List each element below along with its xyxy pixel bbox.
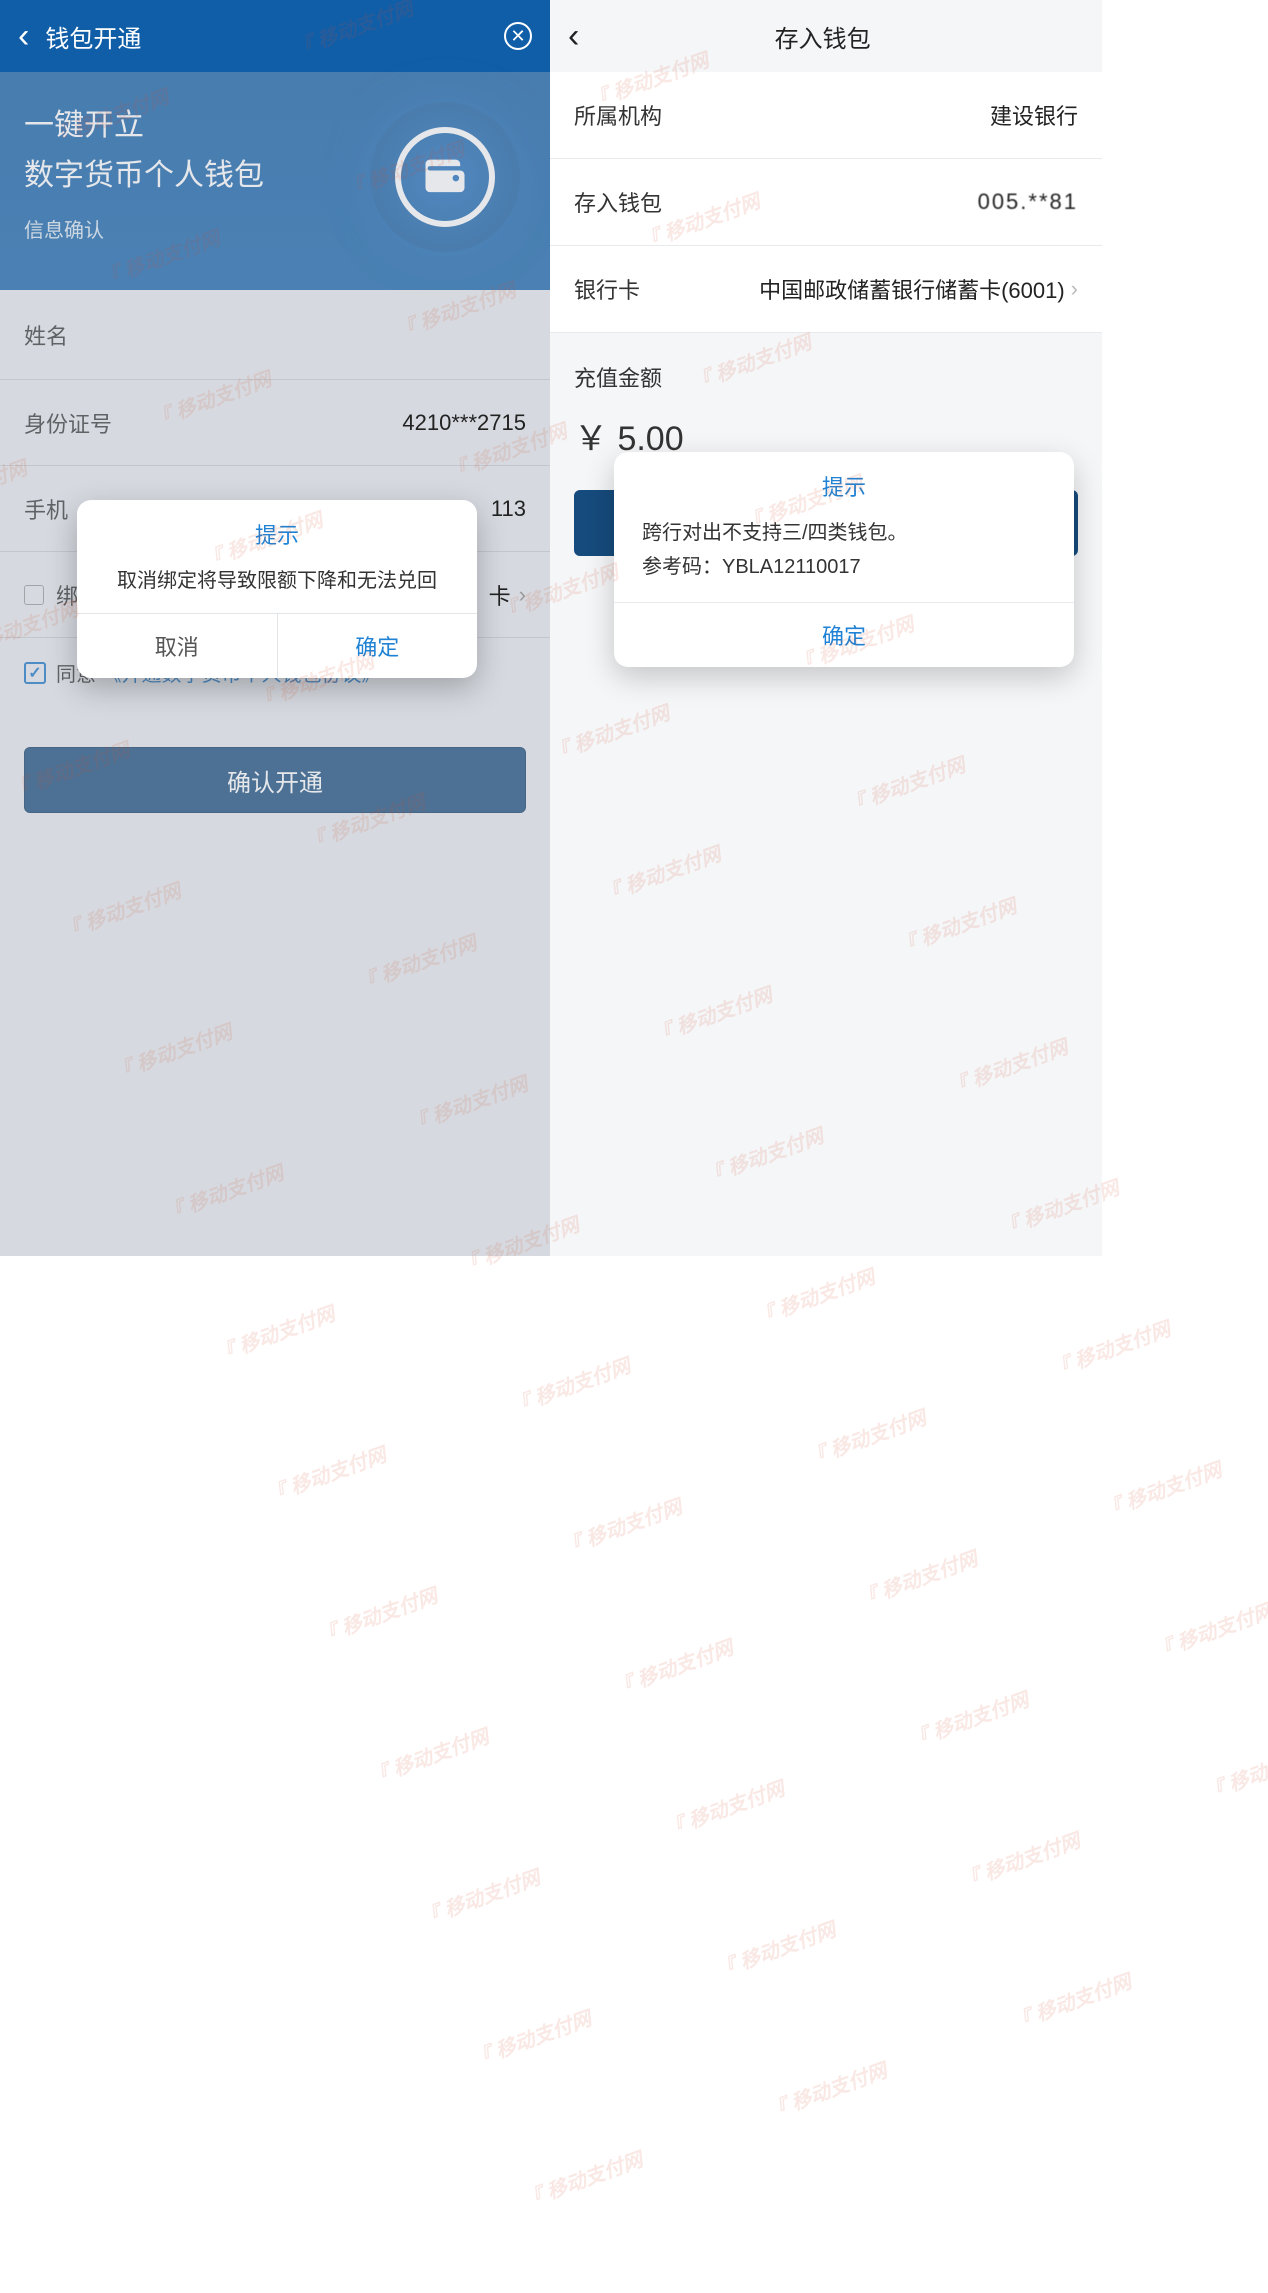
checkbox-agree[interactable]: ✓ bbox=[24, 662, 46, 684]
row-name[interactable]: 姓名 bbox=[0, 290, 550, 380]
chevron-right-icon: › bbox=[519, 582, 526, 608]
hero-banner: 一键开立 数字货币个人钱包 信息确认 bbox=[0, 72, 550, 290]
row-id[interactable]: 身份证号 4210***2715 bbox=[0, 380, 550, 466]
wallet-number: 005.**81 bbox=[978, 189, 1078, 215]
checkbox-bind-card[interactable] bbox=[24, 585, 44, 605]
close-button[interactable]: ✕ bbox=[504, 22, 532, 50]
amount-label: 充值金额 bbox=[550, 333, 1102, 393]
row-bank-card[interactable]: 银行卡 中国邮政储蓄银行储蓄卡(6001) › bbox=[550, 246, 1102, 332]
row-organization: 所属机构 建设银行 bbox=[550, 72, 1102, 158]
dialog-body: 取消绑定将导致限额下降和无法兑回 bbox=[77, 560, 477, 613]
dialog-cancel-button[interactable]: 取消 bbox=[77, 614, 278, 678]
label: 手机 bbox=[24, 493, 68, 525]
screen-wallet-open: ‹ 钱包开通 ✕ 一键开立 数字货币个人钱包 信息确认 姓名 身份证号 4210… bbox=[0, 0, 550, 1256]
deposit-error-dialog: 提示 跨行对出不支持三/四类钱包。 参考码：YBLA12110017 确定 bbox=[614, 452, 1074, 667]
unbind-warning-dialog: 提示 取消绑定将导致限额下降和无法兑回 取消 确定 bbox=[77, 500, 477, 678]
bank-card-value: 中国邮政储蓄银行储蓄卡(6001) bbox=[759, 273, 1065, 305]
label: 所属机构 bbox=[574, 99, 662, 131]
dialog-ref-code: 参考码：YBLA12110017 bbox=[642, 550, 1046, 584]
dialog-title: 提示 bbox=[77, 500, 477, 560]
card-suffix: 卡 bbox=[489, 579, 511, 611]
id-value: 4210***2715 bbox=[402, 410, 526, 436]
dialog-ok-button[interactable]: 确定 bbox=[614, 602, 1074, 667]
label: 存入钱包 bbox=[574, 186, 662, 218]
phone-value: 113 bbox=[491, 496, 526, 522]
label: 身份证号 bbox=[24, 407, 112, 439]
label: 姓名 bbox=[24, 319, 68, 351]
page-title: 钱包开通 bbox=[45, 19, 504, 54]
confirm-open-button[interactable]: 确认开通 bbox=[24, 747, 526, 813]
right-header: ‹ 存入钱包 bbox=[550, 0, 1102, 72]
left-header: ‹ 钱包开通 ✕ bbox=[0, 0, 550, 72]
wallet-icon bbox=[370, 102, 520, 252]
row-wallet[interactable]: 存入钱包 005.**81 bbox=[550, 159, 1102, 245]
label: 银行卡 bbox=[574, 273, 640, 305]
back-button[interactable]: ‹ bbox=[568, 19, 595, 53]
dialog-title: 提示 bbox=[614, 452, 1074, 514]
dialog-body: 跨行对出不支持三/四类钱包。 参考码：YBLA12110017 bbox=[614, 514, 1074, 602]
page-title: 存入钱包 bbox=[595, 19, 1050, 54]
org-value: 建设银行 bbox=[990, 99, 1078, 131]
chevron-right-icon: › bbox=[1071, 276, 1078, 302]
dialog-ok-button[interactable]: 确定 bbox=[278, 614, 478, 678]
back-button[interactable]: ‹ bbox=[18, 19, 45, 53]
dialog-line: 跨行对出不支持三/四类钱包。 bbox=[642, 516, 1046, 550]
